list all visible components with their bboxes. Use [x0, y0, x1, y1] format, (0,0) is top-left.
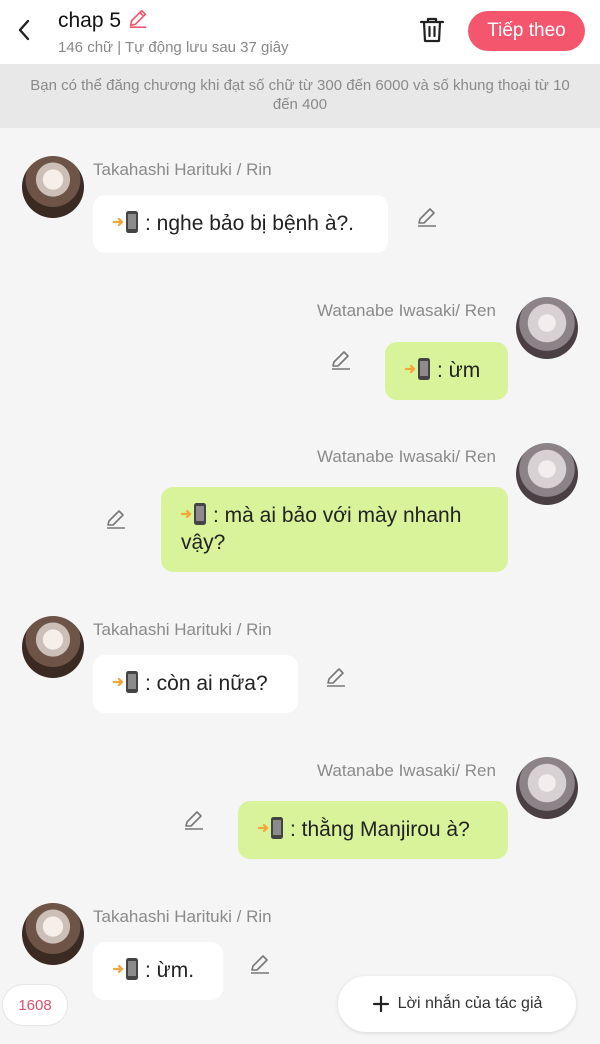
edit-message-button[interactable] — [324, 665, 348, 689]
edit-message-button[interactable] — [104, 507, 128, 531]
phone-icon — [405, 358, 430, 380]
next-button[interactable]: Tiếp theo — [468, 11, 585, 51]
message-bubble[interactable]: : thằng Manjirou à? — [238, 801, 508, 859]
pencil-icon — [327, 668, 345, 687]
character-name: Watanabe Iwasaki/ Ren — [317, 447, 496, 466]
author-note-button[interactable]: Lời nhắn của tác giả — [338, 976, 576, 1032]
pencil-icon — [332, 351, 350, 370]
edit-message-button[interactable] — [182, 808, 206, 832]
publish-requirement-notice: Bạn có thể đăng chương khi đạt số chữ từ… — [0, 64, 600, 128]
message-bubble[interactable]: : ừm. — [93, 942, 223, 1000]
phone-icon — [181, 503, 206, 525]
character-name: Watanabe Iwasaki/ Ren — [317, 301, 496, 320]
avatar[interactable] — [516, 757, 578, 819]
chapter-title-block: chap 5 146 chữ | Tự động lưu sau 37 giây — [58, 7, 289, 57]
message-text: : còn ai nữa? — [145, 672, 268, 695]
pencil-icon — [251, 955, 269, 974]
autosave-status: 146 chữ | Tự động lưu sau 37 giây — [58, 39, 289, 56]
avatar[interactable] — [22, 903, 84, 965]
edit-message-button[interactable] — [248, 952, 272, 976]
author-note-label: Lời nhắn của tác giả — [397, 995, 543, 1012]
character-name: Takahashi Harituki / Rin — [93, 907, 272, 926]
message-bubble[interactable]: : ừm — [385, 342, 508, 400]
word-count-badge[interactable]: 1608 — [2, 984, 68, 1026]
avatar[interactable] — [516, 443, 578, 505]
plus-icon — [372, 995, 389, 1013]
chapter-title: chap 5 — [58, 8, 122, 32]
message-text: : ừm — [437, 359, 481, 382]
back-button[interactable] — [12, 14, 36, 46]
message-text: : mà ai bảo với mày nhanh vậy? — [181, 504, 462, 554]
message-bubble[interactable]: : mà ai bảo với mày nhanh vậy? — [161, 487, 508, 572]
avatar[interactable] — [22, 156, 84, 218]
delete-button[interactable] — [417, 14, 447, 46]
character-name: Takahashi Harituki / Rin — [93, 620, 272, 639]
back-arrow-icon — [18, 19, 30, 41]
message-text: : ừm. — [145, 959, 195, 982]
trash-icon — [419, 17, 445, 43]
avatar[interactable] — [516, 297, 578, 359]
pencil-icon — [107, 510, 125, 529]
phone-icon — [113, 958, 138, 980]
edit-title-button[interactable] — [127, 7, 149, 34]
message-bubble[interactable]: : còn ai nữa? — [93, 655, 298, 713]
phone-icon — [113, 211, 138, 233]
character-name: Takahashi Harituki / Rin — [93, 160, 272, 179]
phone-icon — [113, 671, 138, 693]
pencil-icon — [418, 208, 436, 227]
message-text: : thằng Manjirou à? — [290, 818, 470, 841]
avatar[interactable] — [22, 616, 84, 678]
message-bubble[interactable]: : nghe bảo bị bệnh à?. — [93, 195, 388, 253]
edit-message-button[interactable] — [329, 348, 353, 372]
top-bar: chap 5 146 chữ | Tự động lưu sau 37 giây… — [0, 0, 600, 64]
phone-icon — [258, 817, 283, 839]
character-name: Watanabe Iwasaki/ Ren — [317, 761, 496, 780]
edit-message-button[interactable] — [415, 205, 439, 229]
message-text: : nghe bảo bị bệnh à?. — [145, 212, 355, 235]
pencil-icon — [129, 9, 147, 28]
pencil-icon — [185, 811, 203, 830]
